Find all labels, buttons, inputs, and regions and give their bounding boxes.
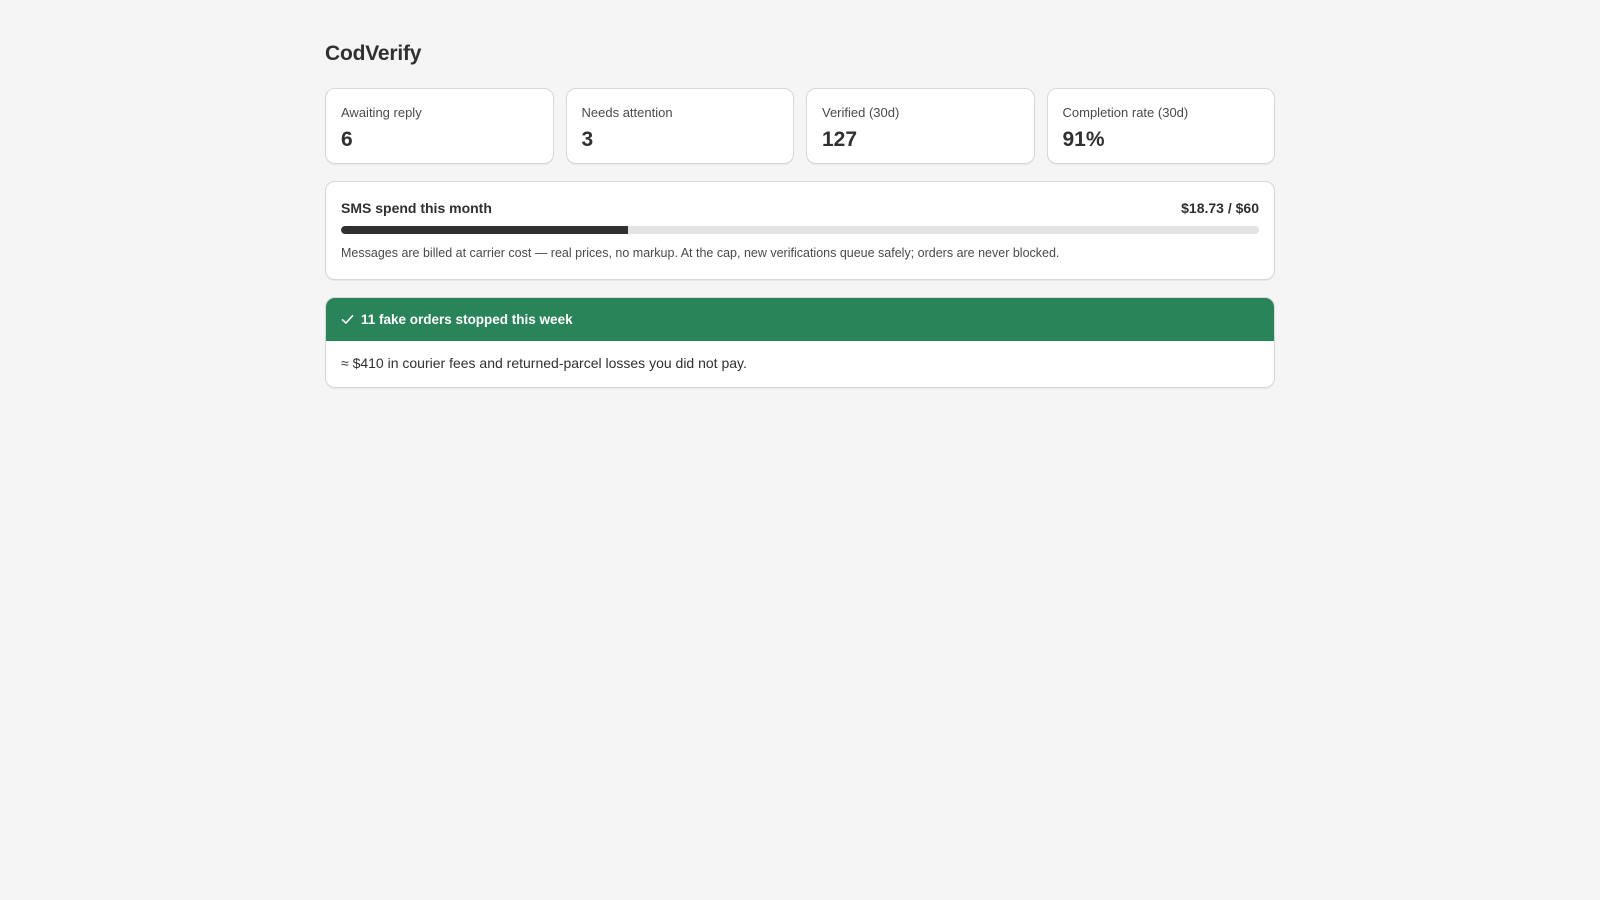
- stat-value: 127: [822, 128, 858, 151]
- stat-value: 6: [341, 128, 353, 151]
- sms-spend-card: SMS spend this month $18.73 / $60 Messag…: [325, 181, 1275, 280]
- stats-grid: Awaiting reply 6 Needs attention 3 Verif…: [325, 88, 1275, 164]
- stat-card-verified: Verified (30d) 127: [806, 88, 1035, 164]
- stat-label: Completion rate (30d): [1062, 105, 1189, 120]
- page-title: CodVerify: [325, 42, 422, 65]
- stat-value: 3: [581, 128, 594, 151]
- stat-card-needs-attention: Needs attention 3: [565, 88, 794, 164]
- stat-label: Verified (30d): [822, 105, 900, 120]
- sms-spend-note: Messages are billed at carrier cost — re…: [341, 246, 1060, 260]
- sms-spend-amount: $18.73 / $60: [1181, 200, 1259, 216]
- fake-orders-detail: ≈ $410 in courier fees and returned-parc…: [341, 355, 747, 371]
- stat-label: Awaiting reply: [341, 105, 422, 120]
- dashboard: CodVerify Awaiting reply 6 Needs attenti…: [325, 40, 1275, 388]
- checkmark-icon: [341, 313, 354, 326]
- stat-card-completion-rate: Completion rate (30d) 91%: [1046, 88, 1275, 164]
- sms-spend-header: SMS spend this month $18.73 / $60: [341, 199, 1259, 217]
- stat-value: 91%: [1062, 128, 1105, 151]
- fake-orders-title: 11 fake orders stopped this week: [361, 312, 573, 327]
- fake-orders-card: 11 fake orders stopped this week ≈ $410 …: [325, 297, 1275, 388]
- sms-spend-title: SMS spend this month: [341, 200, 492, 216]
- sms-spend-progress-fill: [341, 226, 628, 234]
- fake-orders-banner: 11 fake orders stopped this week: [326, 298, 1274, 341]
- sms-spend-progress-bar: [341, 226, 1259, 234]
- stat-label: Needs attention: [581, 105, 673, 120]
- stat-card-awaiting-reply: Awaiting reply 6: [325, 88, 554, 164]
